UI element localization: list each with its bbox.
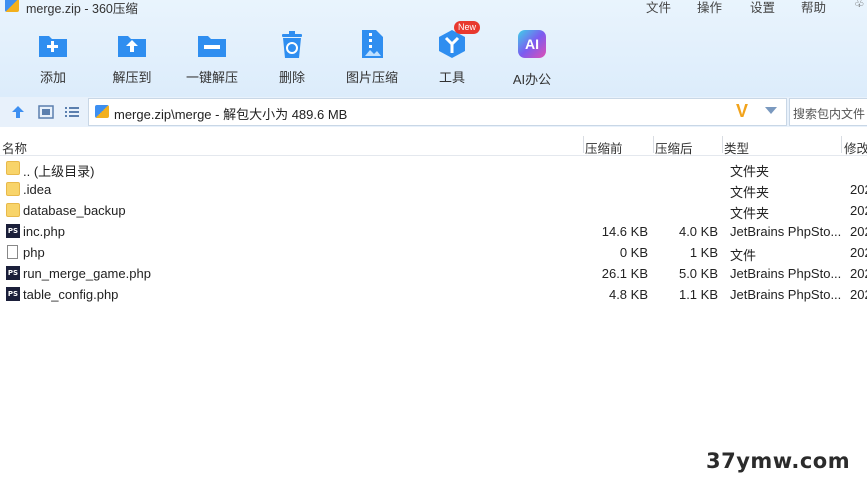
column-divider[interactable] <box>722 136 723 153</box>
ai-office-button[interactable]: AI AI办公 <box>492 28 572 88</box>
column-divider[interactable] <box>841 136 842 153</box>
file-type: JetBrains PhpSto... <box>730 287 842 302</box>
extract-to-button[interactable]: 解压到 <box>92 28 172 86</box>
top-area: merge.zip - 360压缩 文件 操作 设置 帮助 ♧ 添加 解压到 一… <box>0 0 867 97</box>
file-modified: 202 <box>850 182 867 197</box>
new-badge: New <box>454 21 481 34</box>
watermark: 37ymw.com <box>706 449 851 473</box>
file-size-after: 4.0 KB <box>678 224 718 239</box>
image-compress-button[interactable]: 图片压缩 <box>332 28 412 86</box>
file-size-before: 26.1 KB <box>601 266 648 281</box>
folder-icon <box>6 182 20 196</box>
column-size-after[interactable]: 压缩后 <box>655 138 693 157</box>
file-list-header: 名称 压缩前 压缩后 类型 修改 <box>0 133 867 156</box>
image-compress-icon <box>356 28 388 60</box>
file-type: JetBrains PhpSto... <box>730 266 842 281</box>
file-type: 文件夹 <box>730 185 770 200</box>
delete-label: 删除 <box>278 70 305 85</box>
column-type[interactable]: 类型 <box>724 138 749 157</box>
file-size-before: 4.8 KB <box>608 287 648 302</box>
add-label: 添加 <box>39 70 66 85</box>
menu-operation[interactable]: 操作 <box>697 0 722 16</box>
app-icon <box>5 0 19 12</box>
file-name: inc.php <box>23 224 65 239</box>
extract-to-label: 解压到 <box>112 70 152 85</box>
file-modified: 202 <box>850 224 867 239</box>
window-title: merge.zip - 360压缩 <box>26 2 138 16</box>
file-size-after: 1 KB <box>689 245 718 260</box>
file-row[interactable]: .idea 文件夹 202 <box>0 179 867 200</box>
column-divider[interactable] <box>583 136 584 153</box>
menu-help[interactable]: 帮助 <box>801 0 826 16</box>
tools-label: 工具 <box>438 70 465 85</box>
search-input[interactable]: 搜索包内文件 <box>789 98 867 126</box>
delete-icon <box>276 28 308 60</box>
file-row[interactable]: database_backup 文件夹 202 <box>0 200 867 221</box>
one-click-extract-label: 一键解压 <box>185 70 238 85</box>
up-level-icon[interactable] <box>10 105 26 119</box>
file-type: 文件夹 <box>730 164 770 179</box>
column-name[interactable]: 名称 <box>2 138 27 157</box>
blank-file-icon <box>7 245 18 259</box>
v-brand-icon[interactable]: V <box>736 101 748 121</box>
extract-to-icon <box>116 28 148 60</box>
skin-icon[interactable]: ♧ <box>854 0 865 10</box>
file-size-after: 5.0 KB <box>678 266 718 281</box>
archive-icon <box>95 105 109 118</box>
path-bar[interactable]: merge.zip\merge - 解包大小为 489.6 MB V <box>88 98 787 126</box>
file-modified: 202 <box>850 203 867 218</box>
tools-button[interactable]: 工具 <box>412 28 492 86</box>
path-text: merge.zip\merge - 解包大小为 489.6 MB <box>114 107 348 122</box>
one-click-extract-icon <box>196 28 228 60</box>
file-name: .idea <box>23 182 52 197</box>
phpstorm-file-icon: PS <box>6 266 20 280</box>
folder-icon <box>6 203 20 217</box>
file-size-after: 1.1 KB <box>678 287 718 302</box>
file-row[interactable]: PS table_config.php 4.8 KB 1.1 KB JetBra… <box>0 284 867 305</box>
delete-button[interactable]: 删除 <box>252 28 332 86</box>
search-placeholder: 搜索包内文件 <box>793 107 866 121</box>
column-size-before[interactable]: 压缩前 <box>585 138 623 157</box>
file-modified: 202 <box>850 245 867 260</box>
ai-office-icon: AI <box>516 30 548 62</box>
file-name: .. (上级目录) <box>23 164 95 179</box>
image-compress-label: 图片压缩 <box>345 70 398 85</box>
file-size-before: 0 KB <box>619 245 648 260</box>
list-view-icon[interactable] <box>64 105 80 119</box>
file-name: php <box>23 245 45 260</box>
column-divider[interactable] <box>653 136 654 153</box>
menu-file[interactable]: 文件 <box>646 0 671 16</box>
menu-settings[interactable]: 设置 <box>750 0 775 16</box>
title-bar: merge.zip - 360压缩 文件 操作 设置 帮助 ♧ <box>0 0 867 16</box>
file-row[interactable]: PS inc.php 14.6 KB 4.0 KB JetBrains PhpS… <box>0 221 867 242</box>
file-name: database_backup <box>23 203 126 218</box>
add-icon <box>37 28 69 60</box>
file-row[interactable]: php 0 KB 1 KB 文件 202 <box>0 242 867 263</box>
file-name: run_merge_game.php <box>23 266 151 281</box>
file-name: table_config.php <box>23 287 119 302</box>
thumbnail-view-icon[interactable] <box>38 105 54 119</box>
chevron-down-icon[interactable] <box>765 107 777 114</box>
phpstorm-file-icon: PS <box>6 287 20 301</box>
file-row[interactable]: .. (上级目录) 文件夹 <box>0 158 867 179</box>
folder-icon <box>6 161 20 175</box>
file-type: 文件 <box>730 248 757 263</box>
file-type: JetBrains PhpSto... <box>730 224 842 239</box>
ai-icon-text: AI <box>518 30 546 58</box>
phpstorm-file-icon: PS <box>6 224 20 238</box>
one-click-extract-button[interactable]: 一键解压 <box>172 28 252 86</box>
add-button[interactable]: 添加 <box>13 28 93 86</box>
file-type: 文件夹 <box>730 206 770 221</box>
ai-office-label: AI办公 <box>512 72 552 87</box>
file-modified: 202 <box>850 287 867 302</box>
file-row[interactable]: PS run_merge_game.php 26.1 KB 5.0 KB Jet… <box>0 263 867 284</box>
file-modified: 202 <box>850 266 867 281</box>
file-size-before: 14.6 KB <box>601 224 648 239</box>
column-modified[interactable]: 修改 <box>844 138 867 157</box>
